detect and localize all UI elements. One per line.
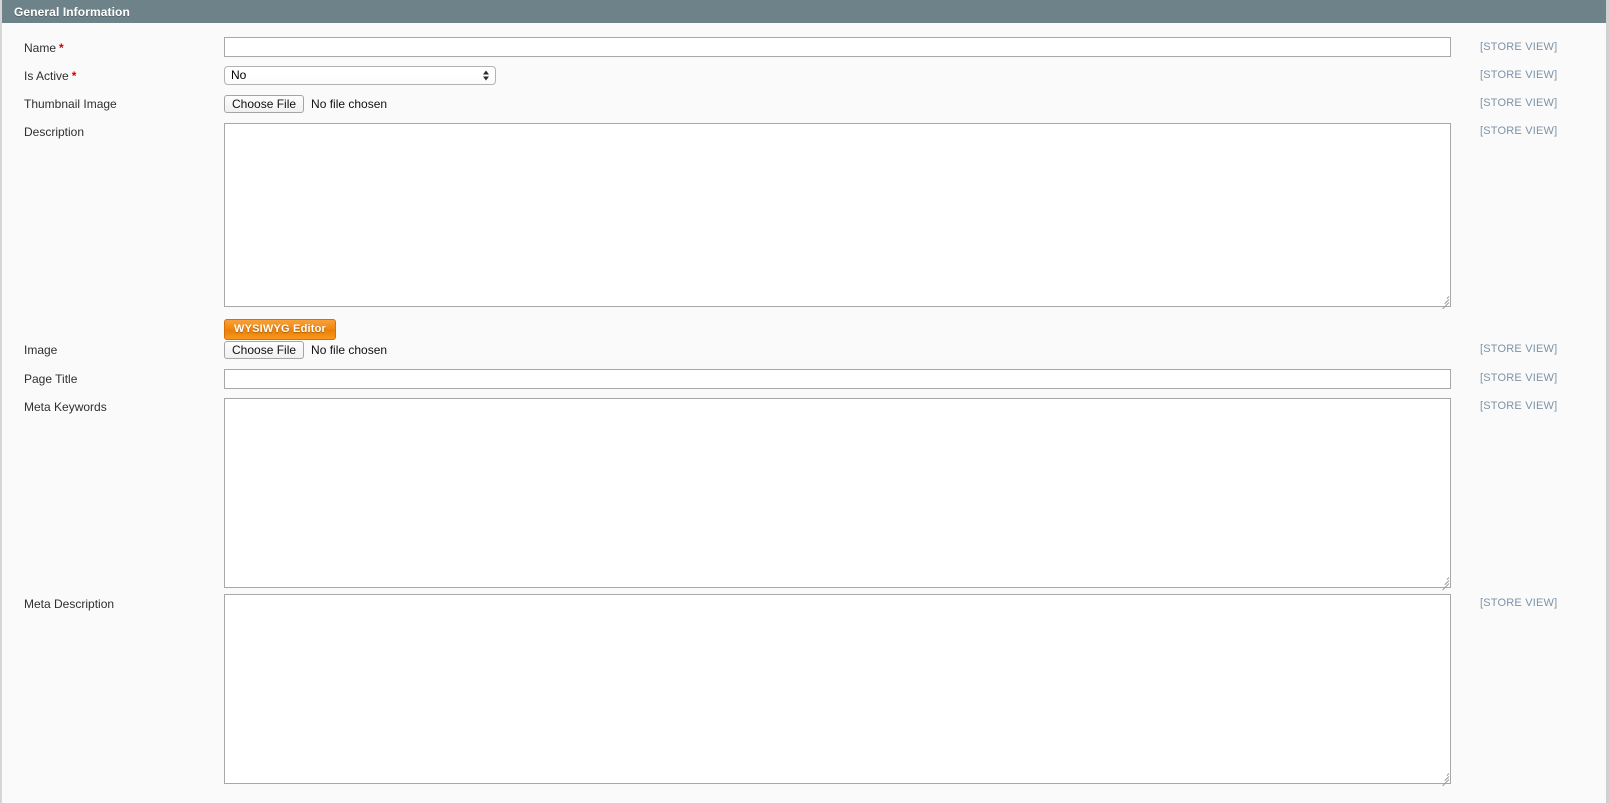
form-body: Name* [STORE VIEW] Is Active* NoYes [STO…: [2, 23, 1606, 803]
scope-label-meta-keywords: [STORE VIEW]: [1480, 400, 1558, 412]
scope-label-page-title: [STORE VIEW]: [1480, 372, 1558, 384]
general-information-panel: General Information Name * [STORE VIEW] I…: [0, 0, 1609, 803]
label-is-active: Is Active *: [24, 69, 76, 83]
label-thumbnail-image: Thumbnail Image: [24, 97, 117, 111]
description-editor-toolbar: WYSIWYG Editor: [224, 319, 1451, 340]
meta-keywords-textarea[interactable]: [224, 398, 1451, 588]
label-meta-description: Meta Description: [24, 597, 115, 611]
label-page-title: Page Title: [24, 372, 78, 386]
panel-header: General Information: [2, 0, 1606, 23]
image-choose-file-button[interactable]: Choose File: [224, 341, 305, 359]
control-name: [224, 37, 1451, 57]
required-asterisk-name: *: [59, 41, 64, 55]
label-name-text: Name: [24, 41, 57, 55]
wysiwyg-editor-button[interactable]: WYSIWYG Editor: [224, 319, 337, 340]
scope-label-thumbnail-image: [STORE VIEW]: [1480, 97, 1558, 109]
label-image: Image: [24, 343, 58, 357]
name-input[interactable]: [224, 37, 1451, 57]
meta-keywords-textarea-wrap: [224, 398, 1451, 591]
label-is-active-text: Is Active: [24, 69, 69, 83]
page-title-input[interactable]: [224, 369, 1451, 389]
control-image: Choose File No file chosen: [224, 341, 387, 359]
thumbnail-image-file-status: No file chosen: [311, 97, 388, 111]
is-active-select[interactable]: NoYes: [224, 66, 496, 85]
is-active-select-wrap[interactable]: NoYes: [224, 66, 496, 85]
scope-label-image: [STORE VIEW]: [1480, 343, 1558, 355]
scope-label-name: [STORE VIEW]: [1480, 41, 1558, 53]
label-meta-keywords: Meta Keywords: [24, 400, 107, 414]
scope-label-description: [STORE VIEW]: [1480, 125, 1558, 137]
label-name: Name *: [24, 41, 64, 55]
scope-label-meta-description: [STORE VIEW]: [1480, 597, 1558, 609]
control-is-active: NoYes: [224, 66, 496, 85]
description-textarea-wrap: [224, 123, 1451, 310]
thumbnail-image-choose-file-button[interactable]: Choose File: [224, 95, 305, 113]
image-file-input[interactable]: Choose File No file chosen: [224, 341, 387, 359]
required-asterisk-is-active: *: [71, 69, 77, 83]
control-meta-keywords: [224, 398, 1451, 591]
control-description: WYSIWYG Editor: [224, 123, 1451, 340]
description-textarea[interactable]: [224, 123, 1451, 307]
scope-label-is-active: [STORE VIEW]: [1480, 69, 1558, 81]
panel-title: General Information: [14, 4, 130, 19]
thumbnail-image-file-input[interactable]: Choose File No file chosen: [224, 95, 387, 113]
label-description: Description: [24, 125, 85, 139]
control-page-title: [224, 369, 1451, 389]
control-meta-description: [224, 594, 1451, 787]
control-thumbnail-image: Choose File No file chosen: [224, 95, 387, 113]
meta-description-textarea-wrap: [224, 594, 1451, 787]
image-file-status: No file chosen: [311, 343, 388, 357]
meta-description-textarea[interactable]: [224, 594, 1451, 784]
